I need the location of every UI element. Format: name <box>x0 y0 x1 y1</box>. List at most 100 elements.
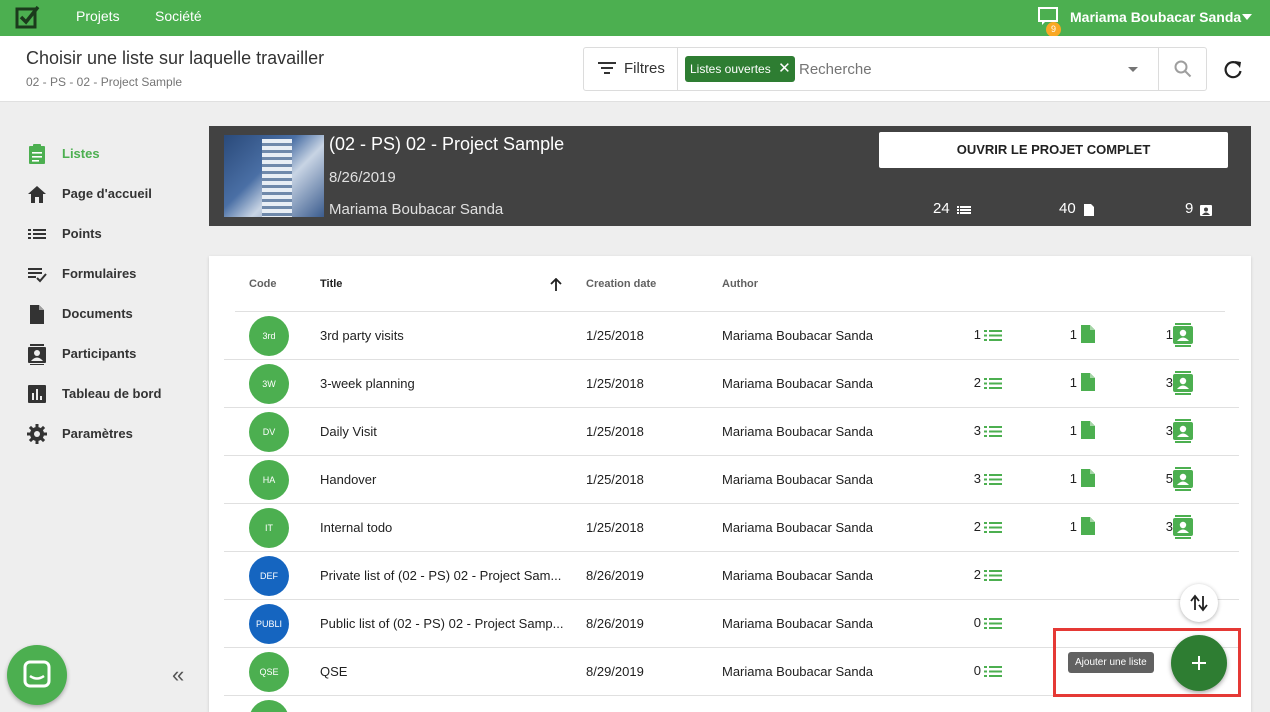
documents-count: 1 <box>1065 469 1095 487</box>
open-full-project-button[interactable]: OUVRIR LE PROJET COMPLET <box>879 132 1228 168</box>
documents-count: 1 <box>1065 517 1095 535</box>
nav-company-link[interactable]: Société <box>155 8 202 24</box>
sidebar: Listes Page d'accueil Points Formulaires… <box>0 102 205 712</box>
list-code-avatar: IT <box>249 508 289 548</box>
sidebar-item-lists[interactable]: Listes <box>26 142 196 166</box>
sort-ascending-icon[interactable] <box>550 278 562 292</box>
list-creation-date: 1/25/2018 <box>586 376 644 391</box>
column-header-author[interactable]: Author <box>722 278 758 290</box>
document-icon <box>1081 421 1095 439</box>
table-row[interactable]: DV Daily Visit 1/25/2018 Mariama Boubacar S… <box>224 408 1239 456</box>
chat-launcher-button[interactable] <box>7 645 67 705</box>
sidebar-item-documents[interactable]: Documents <box>26 302 196 326</box>
sidebar-item-home[interactable]: Page d'accueil <box>26 182 196 206</box>
points-count: 0 <box>969 615 1002 630</box>
search-input[interactable] <box>799 56 1119 82</box>
search-button[interactable] <box>1158 48 1207 90</box>
list-author: Mariama Boubacar Sanda <box>722 472 874 487</box>
list-author: Mariama Boubacar Sanda <box>722 568 874 583</box>
list-creation-date: 1/25/2018 <box>586 472 644 487</box>
sidebar-item-points[interactable]: Points <box>26 222 196 246</box>
list-author: Mariama Boubacar Sanda <box>722 520 874 535</box>
list-title: QSE <box>320 664 348 679</box>
sidebar-item-dashboard[interactable]: Tableau de bord <box>26 382 196 406</box>
column-header-creation-date[interactable]: Creation date <box>586 278 656 290</box>
points-icon <box>984 666 1002 677</box>
search-dropdown-icon[interactable] <box>1128 67 1138 72</box>
list-code-avatar: PUBLI <box>249 604 289 644</box>
list-code-avatar: DEF <box>249 556 289 596</box>
table-row[interactable]: HA Handover 1/25/2018 Mariama Boubacar Sand… <box>224 456 1239 504</box>
participants-count: 3 <box>1161 371 1193 395</box>
list-author: Mariama Boubacar Sanda <box>722 664 874 679</box>
project-author: Mariama Boubacar Sanda <box>329 201 504 218</box>
points-icon <box>984 330 1002 341</box>
filter-chip-label: Listes ouvertes <box>690 62 771 76</box>
sidebar-item-label: Documents <box>62 306 133 321</box>
sidebar-item-label: Tableau de bord <box>62 386 162 401</box>
sidebar-item-forms[interactable]: Formulaires <box>26 262 196 286</box>
sidebar-item-settings[interactable]: Paramètres <box>26 422 196 446</box>
column-header-code[interactable]: Code <box>249 278 277 290</box>
points-icon <box>984 570 1002 581</box>
table-row[interactable]: IT Internal todo 1/25/2018 Mariama Boubacar… <box>224 504 1239 552</box>
points-icon <box>984 426 1002 437</box>
document-icon <box>30 305 44 324</box>
points-count: 2 <box>969 519 1002 534</box>
participants-count: 3 <box>1161 515 1193 539</box>
document-icon <box>1081 469 1095 487</box>
list-code-avatar: HA <box>249 460 289 500</box>
table-row[interactable]: 3W 3-week planning 1/25/2018 Mariama Boubac… <box>224 360 1239 408</box>
refresh-icon[interactable] <box>1222 59 1244 81</box>
contacts-icon <box>1173 419 1193 443</box>
list-author: Mariama Boubacar Sanda <box>722 376 874 391</box>
points-icon <box>984 378 1002 389</box>
swap-vertical-icon <box>1190 594 1208 612</box>
list-creation-date: 1/25/2018 <box>586 520 644 535</box>
project-participants-count: 9 <box>1185 200 1212 217</box>
nav-projects-link[interactable]: Projets <box>76 8 120 24</box>
chip-remove-icon[interactable]: ✕ <box>778 56 791 82</box>
checklist-icon <box>28 268 47 283</box>
app-logo-icon[interactable] <box>14 4 40 30</box>
points-count: 3 <box>969 423 1002 438</box>
documents-count: 1 <box>1065 373 1095 391</box>
filter-chip-open-lists[interactable]: Listes ouvertes ✕ <box>685 56 795 82</box>
page-header: Choisir une liste sur laquelle travaille… <box>0 36 1270 102</box>
breadcrumb: 02 - PS - 02 - Project Sample <box>26 75 183 89</box>
highlight-box <box>1053 628 1241 697</box>
table-row[interactable]: DEF Private list of (02 - PS) 02 - Projec… <box>224 552 1239 600</box>
collapse-sidebar-icon[interactable]: « <box>172 662 184 688</box>
project-title: (02 - PS) 02 - Project Sample <box>329 134 565 154</box>
list-icon <box>957 206 971 214</box>
list-title: Public list of (02 - PS) 02 - Project Sa… <box>320 616 564 631</box>
documents-count: 1 <box>1065 325 1095 343</box>
sort-toggle-button[interactable] <box>1180 584 1218 622</box>
filters-button[interactable]: Filtres <box>584 48 678 90</box>
documents-count: 1 <box>1065 421 1095 439</box>
chat-icon <box>23 660 51 688</box>
points-icon <box>984 522 1002 533</box>
column-header-title[interactable]: Title <box>320 278 342 290</box>
list-creation-date: 1/25/2018 <box>586 424 644 439</box>
project-documents-count: 40 <box>1059 200 1094 217</box>
user-menu[interactable]: Mariama Boubacar Sanda <box>1070 9 1241 25</box>
points-count: 2 <box>969 567 1002 582</box>
list-title: 3rd party visits <box>320 328 404 343</box>
list-code-avatar: DV <box>249 412 289 452</box>
document-icon <box>1081 325 1095 343</box>
user-menu-caret-icon[interactable] <box>1242 14 1252 20</box>
filters-label: Filtres <box>624 60 665 77</box>
table-row[interactable] <box>224 696 1239 712</box>
project-thumbnail <box>224 135 324 217</box>
sidebar-item-participants[interactable]: Participants <box>26 342 196 366</box>
home-icon <box>28 186 46 203</box>
list-code-avatar: QSE <box>249 652 289 692</box>
points-icon <box>984 474 1002 485</box>
participants-count: 3 <box>1161 419 1193 443</box>
list-title: Handover <box>320 472 377 487</box>
list-author: Mariama Boubacar Sanda <box>722 424 874 439</box>
list-icon <box>28 229 46 239</box>
list-title: Daily Visit <box>320 424 377 439</box>
table-row[interactable]: 3rd 3rd party visits 1/25/2018 Mariama Boub… <box>224 312 1239 360</box>
